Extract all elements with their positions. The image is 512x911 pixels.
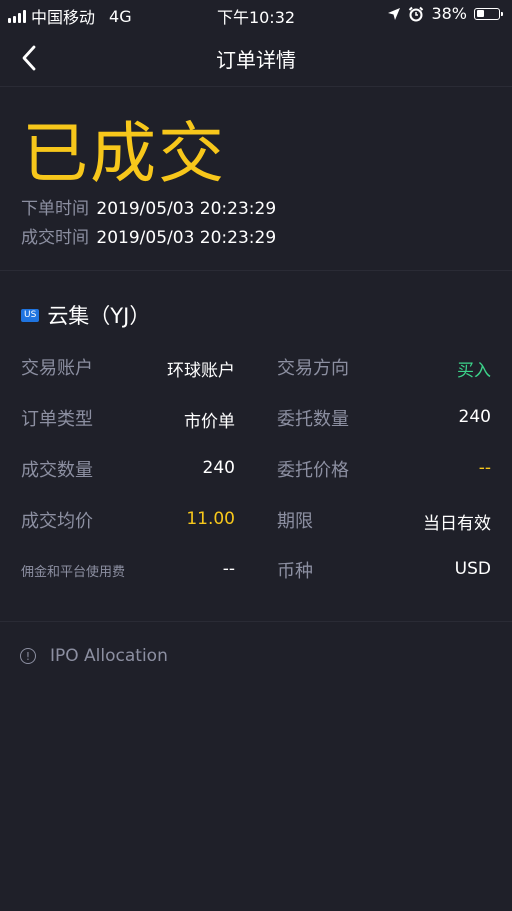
- section-divider: [0, 270, 512, 271]
- status-bar-right: 38%: [387, 4, 503, 23]
- period-label: 期限: [277, 511, 313, 532]
- avg-price-label: 成交均价: [21, 511, 93, 532]
- fees-value: --: [222, 559, 235, 579]
- avg-price-value: 11.00: [186, 509, 235, 529]
- account-value: 环球账户: [167, 361, 235, 381]
- filled-qty-label: 成交数量: [21, 460, 93, 481]
- direction-label: 交易方向: [277, 358, 349, 379]
- order-time-value: 2019/05/03 20:23:29: [96, 199, 277, 219]
- filled-qty-value: 240: [202, 458, 235, 478]
- navigation-bar: 订单详情: [0, 30, 512, 86]
- account-label: 交易账户: [21, 358, 93, 379]
- ipo-allocation-label: IPO Allocation: [50, 646, 168, 666]
- info-icon: !: [20, 648, 36, 664]
- battery-percent: 38%: [431, 4, 467, 23]
- order-type-value: 市价单: [184, 412, 235, 432]
- stock-heading: US 云集（YJ）: [21, 300, 150, 330]
- page-title: 订单详情: [216, 48, 296, 72]
- currency-value: USD: [454, 559, 491, 579]
- period-value: 当日有效: [423, 514, 491, 534]
- order-type-label: 订单类型: [21, 409, 93, 430]
- order-status: 已成交: [22, 115, 226, 192]
- section-divider: [0, 621, 512, 622]
- divider: [0, 86, 512, 87]
- order-price-label: 委托价格: [277, 460, 349, 481]
- location-arrow-icon: [388, 7, 401, 20]
- alarm-clock-icon: [409, 6, 424, 21]
- status-bar: 中国移动 4G 下午10:32 38%: [0, 0, 512, 30]
- battery-icon: [474, 7, 503, 20]
- order-price-value: --: [478, 458, 491, 478]
- fill-time-row: 成交时间 2019/05/03 20:23:29: [21, 223, 276, 248]
- order-qty-value: 240: [458, 407, 491, 427]
- direction-value: 买入: [457, 361, 491, 381]
- market-badge: US: [21, 308, 40, 322]
- fill-time-label: 成交时间: [21, 228, 89, 248]
- order-time-row: 下单时间 2019/05/03 20:23:29: [21, 194, 276, 219]
- fees-label: 佣金和平台使用费: [21, 565, 126, 580]
- ipo-allocation-link[interactable]: ! IPO Allocation: [20, 646, 168, 666]
- currency-label: 币种: [277, 561, 313, 582]
- fill-time-value: 2019/05/03 20:23:29: [96, 228, 277, 248]
- order-time-label: 下单时间: [21, 199, 89, 219]
- order-qty-label: 委托数量: [277, 409, 349, 430]
- stock-name: 云集（YJ）: [47, 304, 151, 328]
